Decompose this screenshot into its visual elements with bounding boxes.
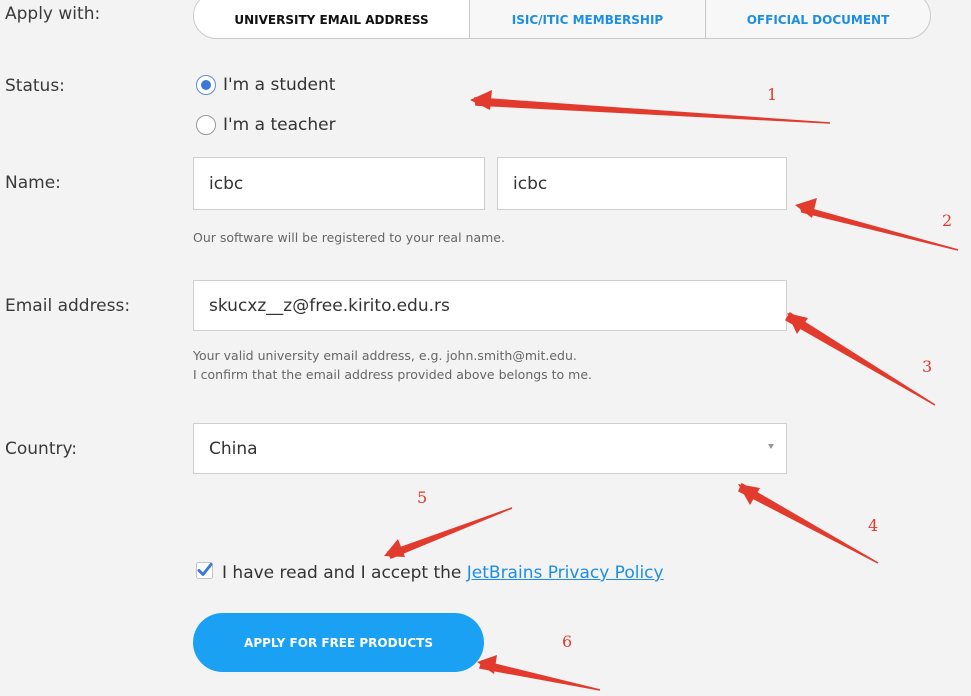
annotation-arrowhead-1 (470, 90, 492, 110)
annotation-arrow-4 (738, 482, 879, 564)
annotation-number-3: 3 (922, 357, 933, 376)
annotation-arrow-6 (479, 660, 601, 691)
annotation-arrows (384, 90, 959, 691)
annotation-number-1: 1 (767, 85, 778, 104)
annotation-arrow-3 (784, 311, 936, 406)
annotation-number-2: 2 (942, 211, 953, 230)
annotation-number-4: 4 (868, 516, 879, 535)
annotation-arrow-2 (798, 204, 959, 251)
annotation-arrowhead-6 (477, 655, 497, 674)
annotation-arrow-5 (386, 507, 513, 559)
annotation-number-5: 5 (417, 488, 428, 507)
annotation-number-6: 6 (562, 632, 573, 651)
